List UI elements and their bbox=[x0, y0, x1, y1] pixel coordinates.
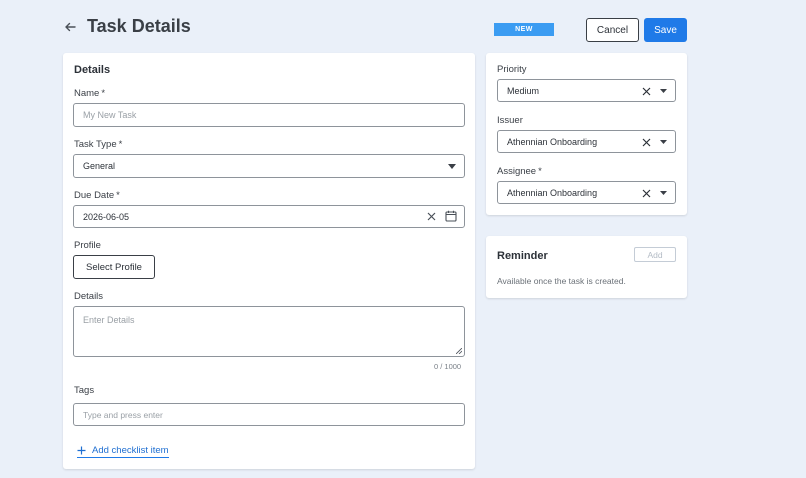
name-input[interactable]: My New Task bbox=[73, 103, 465, 127]
due-date-label: Due Date * bbox=[74, 190, 120, 201]
close-icon[interactable] bbox=[640, 187, 652, 199]
task-type-label: Task Type * bbox=[74, 139, 123, 150]
chevron-down-icon[interactable] bbox=[657, 187, 669, 199]
task-type-value: General bbox=[83, 161, 116, 171]
add-reminder-button[interactable]: Add bbox=[634, 247, 676, 262]
chevron-down-icon[interactable] bbox=[657, 85, 669, 97]
details-char-count: 0 / 1000 bbox=[434, 362, 462, 371]
status-badge: NEW bbox=[494, 23, 554, 36]
assignee-value: Athennian Onboarding bbox=[507, 187, 598, 198]
name-input-placeholder: My New Task bbox=[83, 110, 137, 120]
assignee-label: Assignee * bbox=[497, 166, 542, 177]
tags-input-placeholder: Type and press enter bbox=[83, 409, 163, 420]
task-type-select[interactable]: General bbox=[73, 154, 465, 178]
save-button[interactable]: Save bbox=[644, 18, 687, 42]
reminder-title: Reminder bbox=[497, 250, 548, 262]
details-textarea[interactable]: Enter Details bbox=[73, 306, 465, 357]
chevron-down-icon[interactable] bbox=[446, 160, 458, 172]
chevron-down-icon[interactable] bbox=[657, 136, 669, 148]
calendar-icon[interactable] bbox=[444, 209, 458, 223]
add-checklist-item-button[interactable]: Add checklist item bbox=[77, 444, 169, 458]
resize-grip-icon[interactable] bbox=[456, 348, 462, 354]
name-label: Name * bbox=[74, 88, 106, 99]
details-textarea-placeholder: Enter Details bbox=[83, 315, 135, 325]
cancel-button[interactable]: Cancel bbox=[586, 18, 639, 42]
task-details-page: Task Details NEW Cancel Save Details Nam… bbox=[0, 0, 806, 478]
close-icon[interactable] bbox=[425, 210, 437, 222]
tags-label: Tags bbox=[74, 385, 95, 396]
profile-label: Profile bbox=[74, 240, 101, 251]
priority-value: Medium bbox=[507, 85, 540, 96]
select-profile-button[interactable]: Select Profile bbox=[73, 255, 155, 279]
close-icon[interactable] bbox=[640, 85, 652, 97]
close-icon[interactable] bbox=[640, 136, 652, 148]
issuer-label: Issuer bbox=[497, 115, 523, 126]
tags-input[interactable]: Type and press enter bbox=[73, 403, 465, 426]
reminder-note: Available once the task is created. bbox=[497, 276, 626, 286]
plus-icon bbox=[77, 446, 86, 455]
page-title: Task Details bbox=[87, 16, 191, 36]
reminder-card bbox=[486, 236, 687, 298]
due-date-value: 2026-06-05 bbox=[83, 211, 130, 222]
add-checklist-item-label: Add checklist item bbox=[92, 444, 169, 456]
back-arrow-icon[interactable] bbox=[62, 18, 78, 36]
priority-label: Priority bbox=[497, 64, 527, 75]
issuer-value: Athennian Onboarding bbox=[507, 136, 598, 147]
details-label: Details bbox=[74, 291, 104, 302]
details-section-title: Details bbox=[74, 64, 111, 76]
due-date-input[interactable]: 2026-06-05 bbox=[73, 205, 465, 228]
